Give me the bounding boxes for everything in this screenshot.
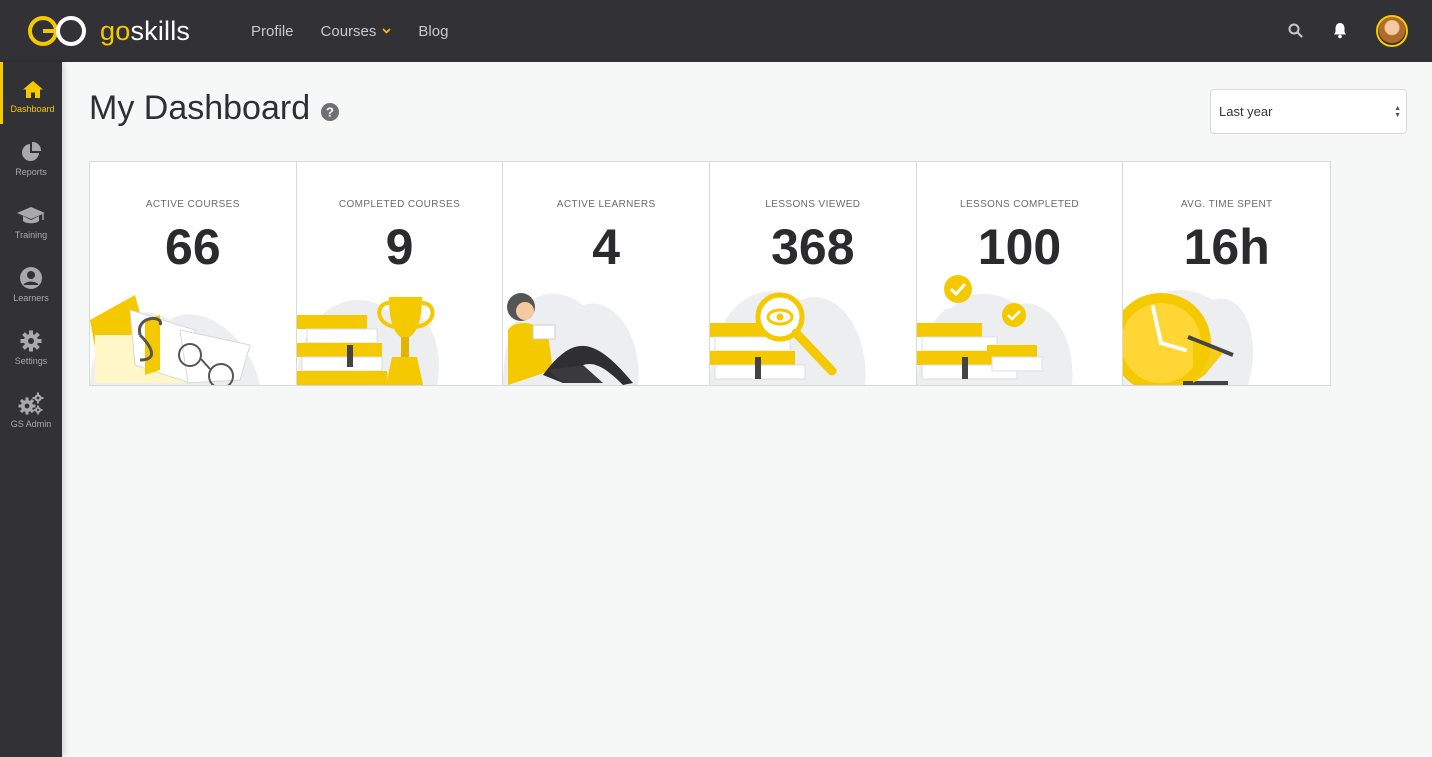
sidebar-item-label: GS Admin <box>10 419 52 429</box>
clock-hourglass-illustration <box>1123 290 1254 385</box>
nav-profile[interactable]: Profile <box>251 23 294 40</box>
select-arrows-icon: ▲ ▼ <box>1394 105 1401 119</box>
reading-learner-illustration <box>503 293 639 385</box>
logo-go-text: go <box>100 15 131 46</box>
sidebar-item-reports[interactable]: Reports <box>0 125 62 187</box>
stat-label: Lessons viewed <box>765 199 861 210</box>
svg-text:?: ? <box>326 104 334 119</box>
period-select[interactable]: Last year ▲ ▼ <box>1210 89 1407 134</box>
stats-cards: Active courses 66 Completed courses 9 <box>89 161 1331 386</box>
nav-blog[interactable]: Blog <box>418 23 448 40</box>
chevron-down-icon <box>382 28 391 34</box>
sidebar-item-label: Dashboard <box>10 104 55 114</box>
stat-label: Avg. time spent <box>1180 199 1273 210</box>
stat-value: 9 <box>385 219 414 275</box>
checkmark-books-illustration <box>916 275 1073 385</box>
sidebar-item-dashboard[interactable]: Dashboard <box>0 62 62 124</box>
page-title: My Dashboard ? <box>89 89 340 128</box>
stat-card-avg-time-spent[interactable]: Avg. time spent 16h <box>1123 162 1331 385</box>
sidebar-item-training[interactable]: Training <box>0 188 62 250</box>
gear-icon <box>0 329 62 353</box>
stat-card-active-learners[interactable]: Active learners 4 <box>503 162 711 385</box>
nav-courses-label: Courses <box>320 22 377 40</box>
main-nav: Profile Courses Blog <box>251 0 475 62</box>
stat-value: 100 <box>977 219 1062 275</box>
graduation-cap-icon <box>0 203 62 227</box>
magnifier-books-illustration <box>710 291 866 385</box>
trophy-illustration <box>296 297 439 385</box>
sidebar-item-settings[interactable]: Settings <box>0 314 62 376</box>
bell-icon[interactable] <box>1333 22 1347 44</box>
sidebar-item-label: Settings <box>14 356 48 366</box>
stat-value: 368 <box>771 219 855 275</box>
search-icon[interactable] <box>1288 23 1303 43</box>
stat-card-lessons-viewed[interactable]: Lessons viewed 368 <box>710 162 917 385</box>
gears-icon <box>0 392 62 416</box>
sidebar-item-gs-admin[interactable]: GS Admin <box>0 377 62 439</box>
sidebar-item-label: Learners <box>13 293 49 303</box>
stat-value: 16h <box>1183 219 1270 275</box>
user-icon <box>0 266 62 290</box>
goskills-logo-mark <box>28 16 86 46</box>
home-icon <box>3 77 62 101</box>
logo-skills-text: skills <box>130 15 191 46</box>
sidebar-item-learners[interactable]: Learners <box>0 251 62 313</box>
help-icon[interactable]: ? <box>321 102 340 121</box>
sidebar-item-label: Reports <box>15 167 47 177</box>
stat-card-lessons-completed[interactable]: Lessons completed 100 <box>916 162 1124 385</box>
nav-profile-label: Profile <box>251 22 294 40</box>
stat-label: Active courses <box>145 199 240 210</box>
stat-card-completed-courses[interactable]: Completed courses 9 <box>296 162 504 385</box>
stat-value: 66 <box>165 219 221 275</box>
stat-card-active-courses[interactable]: Active courses 66 <box>90 162 297 385</box>
stat-label: Completed courses <box>338 199 461 210</box>
stat-value: 4 <box>592 219 621 275</box>
avatar[interactable] <box>1376 15 1408 47</box>
pie-chart-icon <box>0 140 62 164</box>
sidebar-item-label: Training <box>14 230 48 240</box>
nav-blog-label: Blog <box>418 22 449 40</box>
stat-label: Active learners <box>556 199 656 210</box>
top-navbar: goskills Profile Courses Blog <box>0 0 1432 62</box>
stat-label: Lessons completed <box>959 199 1080 210</box>
goskills-logo[interactable]: goskills <box>26 14 190 48</box>
nav-courses[interactable]: Courses <box>321 23 392 40</box>
sidebar: Dashboard Reports Training Learners Sett… <box>0 62 62 757</box>
open-book-illustration <box>90 295 260 385</box>
period-select-value: Last year <box>1219 104 1273 119</box>
page-title-text: My Dashboard <box>89 89 311 127</box>
